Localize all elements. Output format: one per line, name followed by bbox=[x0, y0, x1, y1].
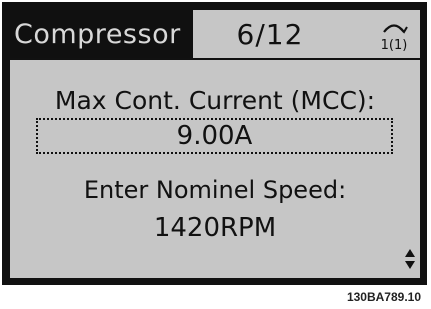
up-down-arrow-icon[interactable] bbox=[404, 248, 416, 270]
info-value: 1420RPM bbox=[153, 213, 277, 243]
header-divider bbox=[10, 58, 420, 60]
info-label: Enter Nominel Speed: bbox=[83, 176, 347, 204]
lcp-display: Compressor 6/12 1(1) Max Cont. Current (… bbox=[10, 10, 420, 278]
parameter-value-field[interactable]: 9.00A bbox=[36, 118, 393, 154]
figure-code: 130BA789.10 bbox=[346, 290, 421, 304]
setup-1-icon: 1(1) bbox=[381, 24, 408, 52]
setup-label: 1(1) bbox=[381, 38, 408, 52]
header-bar: Compressor 6/12 1(1) bbox=[10, 10, 420, 60]
parameter-label: Max Cont. Current (MCC): bbox=[54, 86, 376, 115]
menu-title: Compressor bbox=[10, 10, 193, 60]
step-counter: 6/12 bbox=[236, 18, 304, 51]
display-frame: Compressor 6/12 1(1) Max Cont. Current (… bbox=[2, 2, 427, 285]
